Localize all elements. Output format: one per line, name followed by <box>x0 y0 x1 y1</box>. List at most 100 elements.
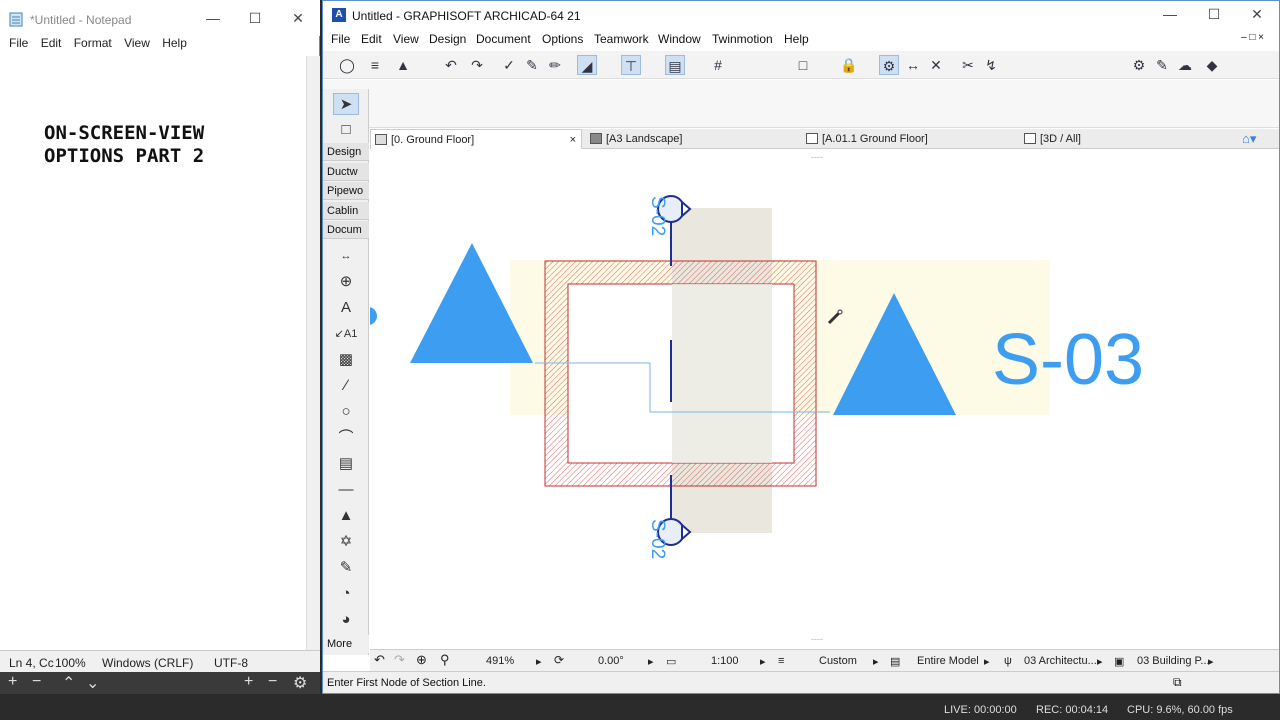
maximize-icon[interactable]: ☐ <box>240 10 270 27</box>
menu-options[interactable]: Options <box>542 32 583 46</box>
model-view-options[interactable]: 03 Building P... <box>1137 655 1210 667</box>
menu-edit[interactable]: Edit <box>41 36 62 50</box>
grid-snap-icon[interactable]: ▤ <box>665 55 685 75</box>
minimize-icon[interactable]: — <box>198 10 228 26</box>
close-icon[interactable]: ✕ <box>283 10 313 27</box>
interior-elevation-tool-icon[interactable]: ✡ <box>333 531 359 553</box>
change-tool-icon[interactable]: ◕ <box>333 609 359 631</box>
marquee-tool-icon[interactable]: □ <box>333 119 359 141</box>
tab-a3-landscape[interactable]: [A3 Landscape] <box>586 129 796 149</box>
toolbox-group-ductwork[interactable]: Ductw <box>323 163 369 181</box>
menu-help[interactable]: Help <box>784 32 809 46</box>
gear-icon[interactable]: ⚙ <box>293 673 307 693</box>
mvo-icon[interactable]: ▣ <box>1114 655 1124 668</box>
redo-zoom-icon[interactable]: ↷ <box>394 652 405 668</box>
undo-icon[interactable]: ↶ <box>441 55 461 75</box>
menu-window[interactable]: Window <box>658 32 701 46</box>
arc-tool-icon[interactable]: ⌒ <box>333 427 359 449</box>
tab-3d-all[interactable]: [3D / All] <box>1020 129 1230 149</box>
menu-teamwork[interactable]: Teamwork <box>594 32 649 46</box>
detail-tool-icon[interactable]: ◔ <box>333 583 359 605</box>
arrow-icon[interactable]: ▸ <box>984 655 990 668</box>
zoom-value[interactable]: 491% <box>486 655 514 667</box>
eyedropper-icon[interactable]: ✏ <box>545 55 565 75</box>
bim-cloud-icon[interactable]: ◆ <box>1202 55 1222 75</box>
inject-icon[interactable]: ✎ <box>522 55 542 75</box>
drawing-tool-icon[interactable]: ▤ <box>333 453 359 475</box>
add-icon[interactable]: + <box>8 673 17 691</box>
walls[interactable] <box>544 260 817 487</box>
toolbox-group-document[interactable]: Docum <box>323 221 369 239</box>
lock-icon[interactable]: 🔒 <box>839 55 859 75</box>
drawing-scale[interactable]: 1:100 <box>711 655 739 667</box>
guide-line-icon[interactable]: ◢ <box>577 55 597 75</box>
arrow-tool-icon[interactable]: ➤ <box>333 93 359 115</box>
pick-up-icon[interactable]: ✓ <box>499 55 519 75</box>
menu-document[interactable]: Document <box>476 32 531 46</box>
fill-tool-icon[interactable]: ▩ <box>333 349 359 371</box>
redo-icon[interactable]: ↷ <box>467 55 487 75</box>
menu-format[interactable]: Format <box>74 36 112 50</box>
menu-design[interactable]: Design <box>429 32 466 46</box>
toolbox-group-cabling[interactable]: Cablin <box>323 202 369 220</box>
layers-icon[interactable]: ≡ <box>778 655 784 667</box>
menu-view[interactable]: View <box>393 32 419 46</box>
scissors-icon[interactable]: ✂ <box>958 55 978 75</box>
menu-twinmotion[interactable]: Twinmotion <box>712 32 773 46</box>
layer-stack-icon[interactable]: ≡ <box>365 55 385 75</box>
section-tool-icon[interactable]: — <box>333 479 359 501</box>
window-icon[interactable]: ⧉ <box>1173 675 1182 690</box>
maximize-icon[interactable]: ☐ <box>1199 6 1229 23</box>
toolbox-group-pipework[interactable]: Pipewo <box>323 182 369 200</box>
menu-file[interactable]: File <box>331 32 350 46</box>
3d-layer-icon[interactable]: ◯ <box>337 55 357 75</box>
model-view-option[interactable]: Entire Model <box>917 655 979 667</box>
worksheet-tool-icon[interactable]: ✎ <box>333 557 359 579</box>
arrow-icon[interactable]: ▸ <box>760 655 766 668</box>
grid-icon[interactable]: # <box>708 55 728 75</box>
rotation-angle[interactable]: 0.00° <box>598 655 624 667</box>
floor-plan-canvas[interactable]: S-02 S-02 S-03 ---- ---- <box>370 150 1279 646</box>
minimize-icon[interactable]: — <box>1155 6 1185 22</box>
remove-source-icon[interactable]: − <box>268 673 277 691</box>
label-tool-icon[interactable]: ↙A1 <box>333 323 359 345</box>
close-tab-icon[interactable]: × <box>570 130 576 150</box>
remove-icon[interactable]: − <box>32 673 41 691</box>
move-up-icon[interactable]: ⌃ <box>62 673 75 693</box>
cloud-icon[interactable]: ☁ <box>1175 55 1195 75</box>
arrow-icon[interactable]: ▸ <box>873 655 879 668</box>
pencil-icon[interactable]: ✎ <box>1152 55 1172 75</box>
arrow-icon[interactable]: ▸ <box>536 655 542 668</box>
dimension-tool-icon[interactable]: ↔ <box>333 245 359 267</box>
rotate-icon[interactable]: ⟳ <box>554 653 564 667</box>
move-down-icon[interactable]: ⌄ <box>86 673 99 693</box>
snap-icon[interactable]: ⊤ <box>621 55 641 75</box>
arrow-icon[interactable]: ▸ <box>648 655 654 668</box>
arrow-icon[interactable]: ▸ <box>1208 655 1214 668</box>
dimension-icon[interactable]: ↔ <box>903 55 923 75</box>
model-view-icon[interactable]: ▤ <box>890 655 900 668</box>
trace-icon[interactable]: □ <box>793 55 813 75</box>
tab-ground-floor[interactable]: [0. Ground Floor] × <box>370 129 582 149</box>
tab-a011-ground-floor[interactable]: [A.01.1 Ground Floor] <box>802 129 1012 149</box>
navigator-icon[interactable]: ⌂▾ <box>1242 131 1256 147</box>
line-tool-icon[interactable]: ∕ <box>333 375 359 397</box>
vertical-scrollbar[interactable] <box>306 56 320 650</box>
zoom-in-icon[interactable]: ⊕ <box>416 652 427 668</box>
undo-zoom-icon[interactable]: ↶ <box>374 652 385 668</box>
elevation-tool-icon[interactable]: ▲ <box>333 505 359 527</box>
menu-help[interactable]: Help <box>162 36 187 50</box>
suspend-groups-icon[interactable]: ⚙ <box>879 55 899 75</box>
fit-in-window-icon[interactable]: ⚲ <box>440 652 450 668</box>
close-icon[interactable]: ✕ <box>1242 6 1272 23</box>
layer-combination[interactable]: Custom <box>819 655 857 667</box>
scale-icon[interactable]: ▭ <box>666 655 676 668</box>
adjust-icon[interactable]: ↯ <box>981 55 1001 75</box>
toolbox-group-design[interactable]: Design <box>323 143 369 161</box>
menu-view[interactable]: View <box>124 36 150 50</box>
arrow-icon[interactable]: ▸ <box>1097 655 1103 668</box>
pen-set[interactable]: 03 Architectu... <box>1024 655 1097 667</box>
pen-icon[interactable]: ψ <box>1004 655 1012 667</box>
cross-icon[interactable]: ✕ <box>926 55 946 75</box>
level-dimension-tool-icon[interactable]: ⊕ <box>333 271 359 293</box>
